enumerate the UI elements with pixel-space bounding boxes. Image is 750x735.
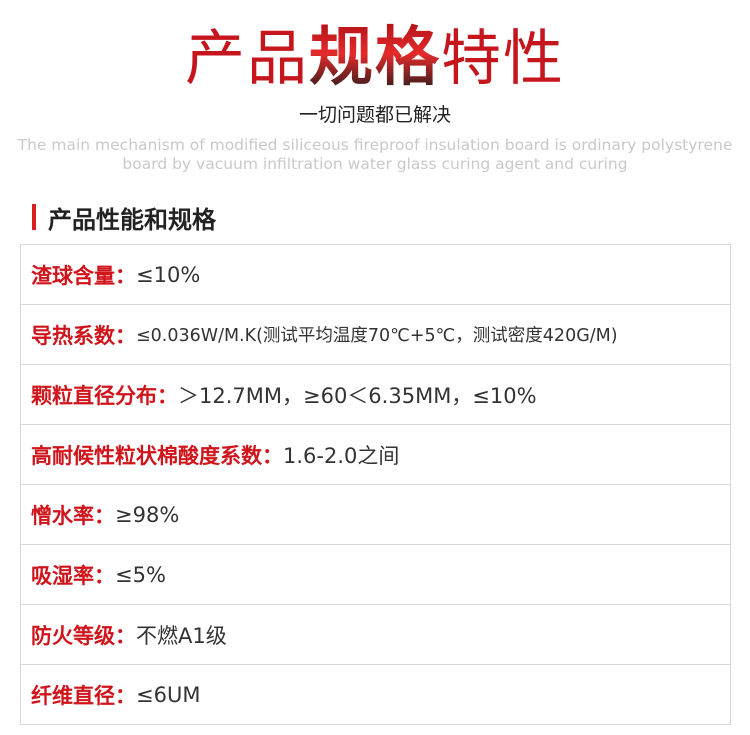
spec-value: ≤10% [136, 262, 201, 287]
spec-value: 1.6-2.0之间 [283, 443, 400, 468]
spec-row-water-repellency: 憎水率： ≥98% [20, 485, 731, 545]
spec-label: 渣球含量： [31, 263, 136, 288]
spec-label: 防火等级： [31, 623, 136, 648]
section-header: 产品性能和规格 [32, 200, 216, 234]
spec-label: 纤维直径： [31, 683, 136, 708]
spec-label: 导热系数： [31, 323, 136, 348]
spec-list: 渣球含量： ≤10% 导热系数： ≤0.036W/M.K(测试平均温度70℃+5… [20, 244, 731, 725]
spec-value: ≤6UM [136, 682, 201, 707]
spec-label: 憎水率： [31, 503, 115, 528]
spec-row-thermal-conductivity: 导热系数： ≤0.036W/M.K(测试平均温度70℃+5℃，测试密度420G/… [20, 305, 731, 365]
spec-label: 高耐候性粒状棉酸度系数： [31, 443, 283, 468]
spec-value: ≤0.036W/M.K(测试平均温度70℃+5℃，测试密度420G/M) [136, 326, 618, 346]
title-part-2: 规格 [309, 20, 441, 95]
spec-row-moisture-absorption: 吸湿率： ≤5% [20, 545, 731, 605]
section-title: 产品性能和规格 [48, 205, 216, 234]
page-title: 产品规格特性 [0, 18, 750, 99]
spec-row-particle-size: 颗粒直径分布： ＞12.7MM，≥60＜6.35MM，≤10% [20, 365, 731, 425]
spec-value: ≥98% [115, 502, 180, 527]
title-part-1: 产品 [185, 24, 309, 94]
title-part-3: 特性 [441, 24, 565, 94]
spec-label: 吸湿率： [31, 563, 115, 588]
section-accent-bar [32, 204, 36, 230]
spec-value: ＞12.7MM，≥60＜6.35MM，≤10% [178, 383, 537, 408]
spec-row-fiber-diameter: 纤维直径： ≤6UM [20, 665, 731, 725]
spec-value: ≤5% [115, 562, 166, 587]
spec-value: 不燃A1级 [136, 623, 227, 648]
spec-row-acidity-coefficient: 高耐候性粒状棉酸度系数： 1.6-2.0之间 [20, 425, 731, 485]
spec-row-slag-ball: 渣球含量： ≤10% [20, 245, 731, 305]
spec-label: 颗粒直径分布： [31, 383, 178, 408]
subtitle: 一切问题都已解决 [298, 104, 451, 126]
spec-row-fire-rating: 防火等级： 不燃A1级 [20, 605, 731, 665]
english-description: The main mechanism of modified siliceous… [17, 136, 733, 173]
